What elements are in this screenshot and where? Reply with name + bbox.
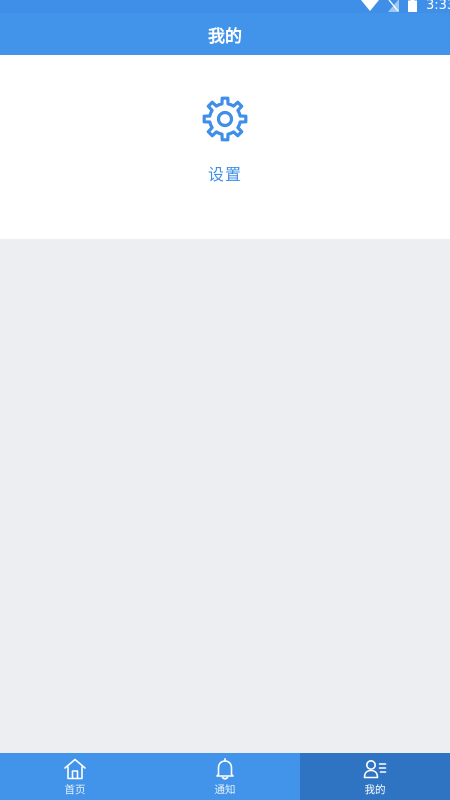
tab-home[interactable]: 首页 xyxy=(0,753,150,800)
app-bar: 我的 xyxy=(0,13,450,55)
home-icon xyxy=(64,758,86,780)
page-title: 我的 xyxy=(208,26,242,47)
settings-button[interactable]: 设置 xyxy=(175,95,275,195)
status-icons: 3:33 xyxy=(361,0,450,13)
signal-icon xyxy=(388,0,399,12)
tab-bar: 首页 通知 我的 xyxy=(0,753,450,800)
tab-notifications-label: 通知 xyxy=(214,784,236,796)
tab-profile[interactable]: 我的 xyxy=(300,753,450,800)
content-area xyxy=(0,239,450,753)
gear-icon xyxy=(202,96,248,142)
status-bar: 3:33 xyxy=(0,0,450,13)
bell-icon xyxy=(216,758,234,780)
settings-card: 设置 xyxy=(0,55,450,239)
tab-profile-label: 我的 xyxy=(364,784,386,796)
settings-label: 设置 xyxy=(207,165,242,184)
user-list-icon xyxy=(363,760,387,779)
battery-icon xyxy=(408,0,417,12)
wifi-icon xyxy=(361,0,379,11)
tab-home-label: 首页 xyxy=(64,784,86,796)
tab-notifications[interactable]: 通知 xyxy=(150,753,300,800)
status-time: 3:33 xyxy=(426,0,450,13)
